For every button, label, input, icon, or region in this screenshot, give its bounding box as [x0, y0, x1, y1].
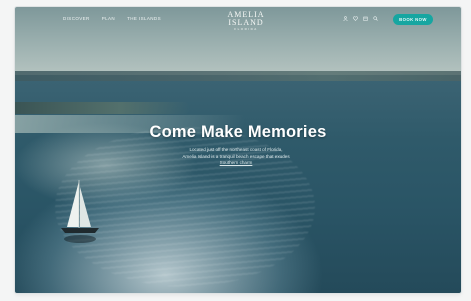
- heart-icon[interactable]: [353, 16, 358, 21]
- logo-title: AMELIA ISLAND: [227, 10, 265, 27]
- user-icon[interactable]: [343, 16, 348, 21]
- nav-link-discover[interactable]: Discover: [63, 16, 90, 21]
- hero-headline: Come Make Memories: [149, 123, 327, 141]
- southern-charm-link[interactable]: Southern charm: [220, 160, 253, 165]
- hero-description: Located just off the northeast coast of …: [133, 147, 339, 167]
- top-navbar: Discover Plan The Islands AMELIA ISLAND …: [15, 7, 461, 35]
- sailboat-image: [61, 180, 99, 243]
- horizon-landmass: [15, 71, 461, 81]
- nav-links: Discover Plan The Islands: [63, 16, 161, 21]
- calendar-icon[interactable]: [363, 16, 368, 21]
- site-logo[interactable]: AMELIA ISLAND FLORIDA: [220, 10, 272, 32]
- hero-description-line-1: Located just off the northeast coast of …: [189, 147, 283, 152]
- search-icon[interactable]: [373, 16, 378, 21]
- hero-description-line-2: Amelia Island is a tranquil beach escape…: [182, 153, 290, 159]
- nav-icons: [343, 16, 378, 21]
- browser-frame: Discover Plan The Islands AMELIA ISLAND …: [15, 7, 461, 293]
- nav-link-the-islands[interactable]: The Islands: [127, 16, 161, 21]
- book-now-button[interactable]: BOOK NOW: [393, 14, 433, 25]
- nav-link-plan[interactable]: Plan: [102, 16, 115, 21]
- island-silhouette: [15, 102, 190, 114]
- logo-subtitle: FLORIDA: [234, 27, 258, 31]
